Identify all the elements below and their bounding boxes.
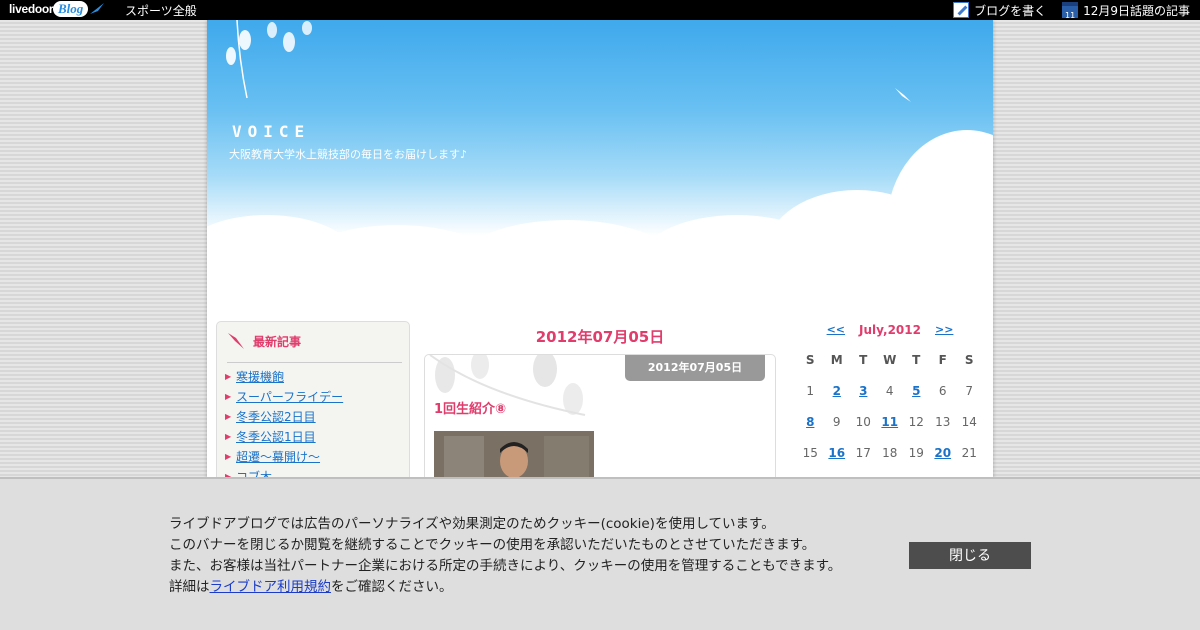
weekday-label: W (883, 353, 897, 367)
calendar-header: << July,2012 >> (797, 323, 983, 341)
cookie-line-suffix: をご確認ください。 (331, 579, 453, 595)
recent-posts-list: ▶ 寒援機飽 ▶ スーパーフライデー ▶ 冬季公認2日目 ▶ 冬季公認1日目 ▶ 超遷～幕… (225, 366, 343, 486)
calendar-day: 13 (935, 415, 951, 429)
recent-posts-sidebar: 最新記事 ▶ 寒援機飽 ▶ スーパーフライデー ▶ 冬季公認2日目 ▶ 冬季公認1日目 … (216, 321, 410, 501)
recent-posts-heading: 最新記事 (227, 332, 301, 350)
recent-post-link[interactable]: 超遷～幕開け～ (236, 448, 320, 465)
calendar-next-link[interactable]: >> (935, 323, 953, 341)
calendar-day: 15 (802, 446, 818, 460)
nav-sports-link[interactable]: スポーツ全般 (125, 2, 197, 19)
recent-post-link[interactable]: 寒援機飽 (236, 368, 284, 385)
weekday-label: T (859, 353, 868, 367)
bullet-arrow-icon: ▶ (225, 391, 232, 401)
top-right-links: ブログを書く 11 12月9日話題の記事 (943, 0, 1190, 20)
trending-articles-link[interactable]: 11 12月9日話題の記事 (1062, 2, 1190, 20)
recent-posts-title: 最新記事 (253, 334, 302, 349)
calendar-day: 17 (855, 446, 871, 460)
calendar-day: 7 (965, 384, 974, 398)
calendar-day-link[interactable]: 20 (930, 443, 957, 474)
calendar-day-link[interactable]: 11 (877, 412, 904, 443)
cookie-consent-banner: ライブドアブログでは広告のパーソナライズや効果測定のためクッキー(cookie)… (0, 477, 1200, 630)
recent-post-link[interactable]: スーパーフライデー (236, 388, 343, 405)
leaf-vine-decoration-icon (226, 20, 312, 99)
cookie-line: 詳細はライブドア利用規約をご確認ください。 (169, 577, 841, 598)
terms-link[interactable]: ライブドア利用規約 (210, 579, 332, 595)
top-navigation-bar: livedoor Blog スポーツ全般 ブログを書く 11 12月9日話題の記… (0, 0, 1200, 20)
recent-post-link[interactable]: 冬季公認2日目 (236, 408, 316, 425)
cookie-line: ライブドアブログでは広告のパーソナライズや効果測定のためクッキー(cookie)… (169, 516, 775, 532)
close-button[interactable]: 閉じる (909, 542, 1031, 569)
calendar-day-link[interactable]: 3 (850, 381, 877, 412)
list-item: ▶ 冬季公認1日目 (225, 426, 343, 446)
bird-pink-icon (228, 333, 244, 349)
divider (227, 362, 402, 363)
bullet-arrow-icon: ▶ (225, 411, 232, 421)
calendar-day: 9 (832, 415, 841, 429)
bullet-arrow-icon: ▶ (225, 451, 232, 461)
calendar-day: 12 (908, 415, 924, 429)
calendar-day-link[interactable]: 5 (903, 381, 930, 412)
calendar-day: 21 (961, 446, 977, 460)
calendar-day: 19 (908, 446, 924, 460)
bird-icon (895, 88, 911, 102)
cloud-base (207, 265, 993, 320)
logo-text: livedoor (9, 2, 54, 16)
calendar-prev-link[interactable]: << (827, 323, 845, 341)
weekday-label: T (912, 353, 921, 367)
logo-blog-text: Blog (53, 1, 89, 17)
blog-description: 大阪教育大学水上競技部の毎日をお届けします♪ (229, 148, 468, 161)
calendar-day: 14 (961, 415, 977, 429)
cookie-line: また、お客様は当社パートナー企業における所定の手続きにより、クッキーの使用を管理… (169, 558, 842, 574)
calendar-grid: S M T W T F S 1 2 3 4 5 6 7 8 9 10 11 12… (797, 350, 983, 474)
entry-date-tab: 2012年07月05日 (625, 355, 765, 381)
calendar-day: 6 (938, 384, 947, 398)
date-heading: 2012年07月05日 (535, 328, 665, 346)
cookie-line-prefix: 詳細は (169, 579, 210, 595)
blog-header: VOICE 大阪教育大学水上競技部の毎日をお届けします♪ (207, 20, 993, 320)
calendar-day: 10 (855, 415, 871, 429)
bullet-arrow-icon: ▶ (225, 431, 232, 441)
weekday-label: S (964, 353, 974, 367)
calendar-day-link[interactable]: 8 (797, 412, 824, 443)
list-item: ▶ 冬季公認2日目 (225, 406, 343, 426)
calendar-icon: 11 (1062, 2, 1079, 20)
write-pen-icon (953, 2, 970, 18)
recent-post-link[interactable]: 冬季公認1日目 (236, 428, 316, 445)
calendar-day: 1 (806, 384, 815, 398)
write-blog-label: ブログを書く (974, 3, 1047, 18)
logo-bird-icon (90, 3, 104, 14)
bullet-arrow-icon: ▶ (225, 371, 232, 381)
blog-title[interactable]: VOICE (232, 122, 310, 141)
archive-calendar: << July,2012 >> S M T W T F S 1 2 3 4 5 … (797, 323, 983, 474)
weekday-label: S (805, 353, 815, 367)
weekday-label: M (830, 353, 843, 367)
list-item: ▶ 寒援機飽 (225, 366, 343, 386)
calendar-month: July,2012 (859, 323, 921, 337)
list-item: ▶ スーパーフライデー (225, 386, 343, 406)
calendar-day: 18 (882, 446, 898, 460)
weekday-label: F (938, 353, 947, 367)
entry-title[interactable]: 1回生紹介⑧ (434, 398, 506, 417)
calendar-day-link[interactable]: 16 (824, 443, 851, 474)
calendar-day-link[interactable]: 2 (824, 381, 851, 412)
leaf-watermark-icon (429, 355, 586, 416)
livedoor-blog-logo[interactable]: livedoor Blog (9, 1, 104, 19)
trending-label: 12月9日話題の記事 (1083, 3, 1190, 18)
calendar-day: 4 (885, 384, 894, 398)
cookie-message: ライブドアブログでは広告のパーソナライズや効果測定のためクッキー(cookie)… (169, 514, 841, 598)
list-item: ▶ 超遷～幕開け～ (225, 446, 343, 466)
cookie-line: このバナーを閉じるか閲覧を継続することでクッキーの使用を承認いただいたものとさせ… (169, 537, 816, 553)
write-blog-link[interactable]: ブログを書く (953, 2, 1046, 19)
